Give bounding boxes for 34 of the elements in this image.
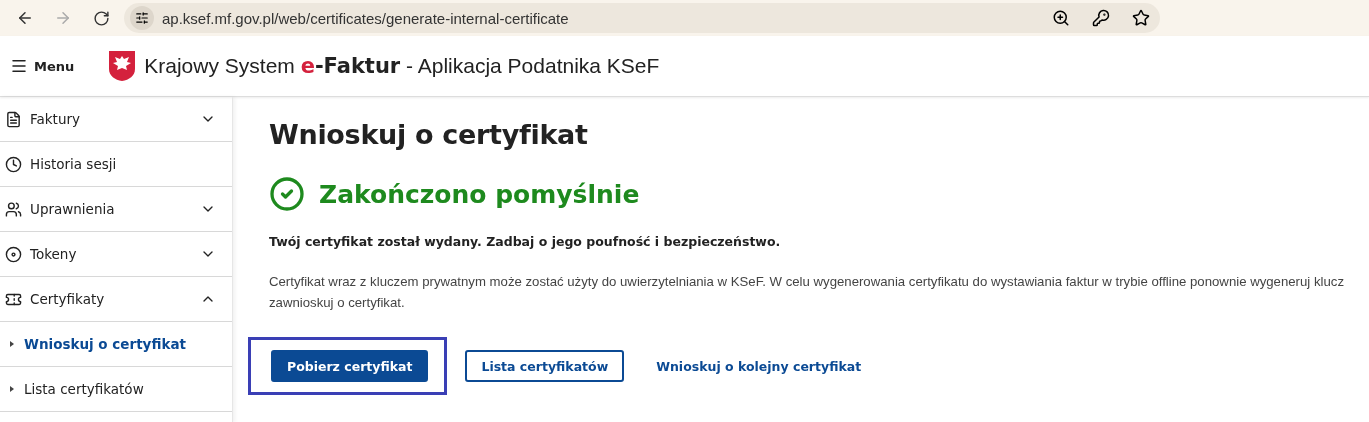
success-check-icon xyxy=(269,176,305,212)
menu-button[interactable]: Menu xyxy=(10,57,75,75)
app-title: Krajowy System e-Faktur - Aplikacja Podatnika KSeF xyxy=(144,54,660,78)
zoom-icon[interactable] xyxy=(1052,9,1070,27)
url-text: ap.ksef.mf.gov.pl/web/certificates/generate-internal-certificate xyxy=(162,9,570,27)
forward-arrow-icon xyxy=(54,9,72,27)
sidebar-item[interactable]: Tokeny xyxy=(0,232,232,277)
reload-icon xyxy=(92,9,110,27)
action-button[interactable]: Lista certyfikatów xyxy=(465,350,625,382)
success-heading: Zakończono pomyślnie xyxy=(319,179,640,209)
link[interactable]: Wnioskuj o kolejny certyfikat xyxy=(642,350,876,382)
bullet-icon xyxy=(10,341,14,347)
sidebar-item[interactable]: Uprawnienia xyxy=(0,187,232,232)
bullet-icon xyxy=(10,386,14,392)
tune-icon xyxy=(135,11,149,25)
site-settings-icon[interactable] xyxy=(130,6,154,30)
bookmark-star-icon[interactable] xyxy=(1132,9,1150,27)
emblem-icon xyxy=(108,50,137,82)
disc-icon xyxy=(5,245,22,263)
sidebar-subitem[interactable]: Lista certyfikatów xyxy=(0,367,232,412)
key-icon[interactable] xyxy=(1092,9,1110,27)
menu-icon xyxy=(10,57,28,75)
notice-text: Twój certyfikat został wydany. Zadbaj o jego poufność i bezpieczeństwo. xyxy=(269,234,782,249)
sidebar-subitem[interactable]: Wnioskuj o certyfikat xyxy=(0,322,232,367)
page-title: Wnioskuj o certyfikat xyxy=(269,119,589,150)
people-icon xyxy=(5,200,22,218)
sidebar-item[interactable]: Faktury xyxy=(0,97,232,142)
address-bar[interactable]: ap.ksef.mf.gov.pl/web/certificates/generate-internal-certificate xyxy=(124,3,1160,33)
info-paragraph: Certyfikat wraz z kluczem prywatnym może zostać użyty do uwierzytelniania w KSeF. W celu wygenerowania certyfikatu do wystawiania faktur w trybie offline ponownie wygeneruj klucz zawnioskuj o certyfikat. xyxy=(269,273,1345,312)
clock-icon xyxy=(5,155,22,173)
sidebar-item[interactable]: Historia sesji xyxy=(0,142,232,187)
document-icon xyxy=(5,110,22,128)
sidebar-item[interactable]: Certyfikaty xyxy=(0,277,232,322)
action-button[interactable]: Pobierz certyfikat xyxy=(271,350,429,382)
